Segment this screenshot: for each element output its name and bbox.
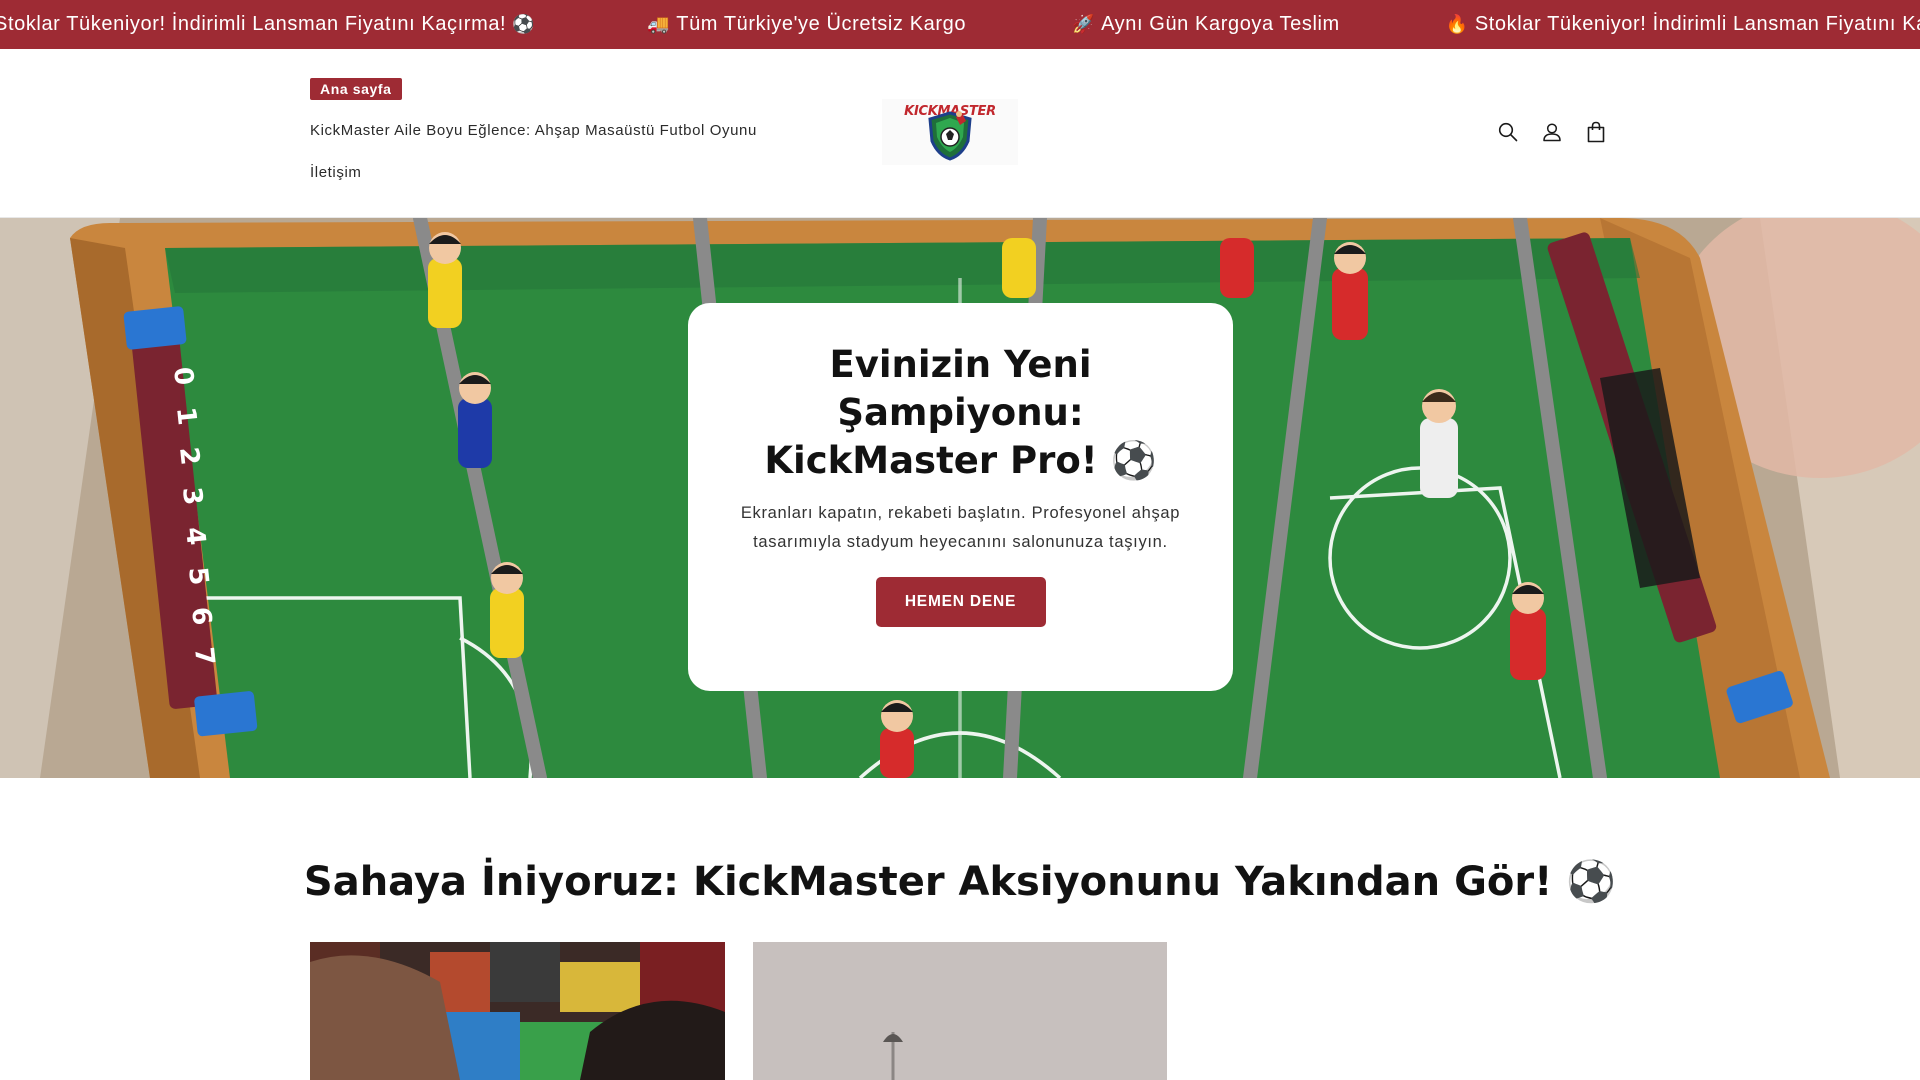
svg-text:3: 3 <box>176 486 208 507</box>
announcement-item: 🚀 Aynı Gün Kargoya Teslim <box>1066 13 1340 36</box>
announcement-text: Stoklar Tükeniyor! İndirimli Lansman Fiy… <box>0 13 507 35</box>
shield-logo-icon <box>928 111 972 161</box>
nav-item-home[interactable]: Ana sayfa <box>310 78 402 100</box>
video-thumbnail[interactable] <box>753 942 1167 1080</box>
announcement-item: 🚚 Tüm Türkiye'ye Ücretsiz Kargo <box>641 13 966 36</box>
nav-item-contact[interactable]: İletişim <box>310 164 361 181</box>
video-thumbnail[interactable] <box>310 942 725 1080</box>
announcement-text: Tüm Türkiye'ye Ücretsiz Kargo <box>676 13 967 35</box>
svg-text:5: 5 <box>182 566 214 587</box>
truck-icon: 🚚 <box>647 14 671 35</box>
video-preview-image <box>753 942 1167 1080</box>
announcement-item: Stoklar Tükeniyor! İndirimli Lansman Fiy… <box>0 13 541 36</box>
svg-text:2: 2 <box>173 446 205 467</box>
site-header: Ana sayfa KickMaster Aile Boyu Eğlence: … <box>0 49 1920 218</box>
announcement-text: Stoklar Tükeniyor! İndirimli Lansman Fiy… <box>1474 13 1920 35</box>
main-nav: Ana sayfa KickMaster Aile Boyu Eğlence: … <box>310 78 756 181</box>
announcement-track: Stoklar Tükeniyor! İndirimli Lansman Fiy… <box>0 0 1920 49</box>
account-icon[interactable] <box>1542 119 1562 145</box>
soccer-ball-icon: ⚽ <box>512 14 536 35</box>
svg-text:6: 6 <box>185 606 217 627</box>
svg-text:0: 0 <box>167 366 199 387</box>
hero-banner: 0 1 2 3 4 5 6 7 Evinizin Yeni Şampiyonu:… <box>0 218 1920 778</box>
search-icon[interactable] <box>1498 119 1518 145</box>
svg-text:4: 4 <box>179 526 211 547</box>
rocket-icon: 🚀 <box>1072 14 1096 35</box>
svg-text:7: 7 <box>188 646 220 667</box>
announcement-bar: Stoklar Tükeniyor! İndirimli Lansman Fiy… <box>0 0 1920 49</box>
fire-icon: 🔥 <box>1445 14 1469 35</box>
announcement-item: 🔥 Stoklar Tükeniyor! İndirimli Lansman F… <box>1440 13 1920 36</box>
header-icons <box>1498 119 1606 145</box>
announcement-text: Aynı Gün Kargoya Teslim <box>1101 13 1340 35</box>
hero-title: Evinizin Yeni Şampiyonu: KickMaster Pro!… <box>764 343 1157 482</box>
svg-text:1: 1 <box>170 406 202 427</box>
hero-card: Evinizin Yeni Şampiyonu: KickMaster Pro!… <box>688 303 1233 691</box>
site-logo[interactable]: KICKMASTER <box>882 99 1018 165</box>
hero-text: Ekranları kapatın, rekabeti başlatın. Pr… <box>740 504 1181 551</box>
hero-cta-button[interactable]: HEMEN DENE <box>875 577 1046 627</box>
video-preview-image <box>310 942 725 1080</box>
section-title: Sahaya İniyoruz: KickMaster Aksiyonunu Y… <box>303 859 1617 905</box>
cart-icon[interactable] <box>1586 119 1606 145</box>
nav-item-product[interactable]: KickMaster Aile Boyu Eğlence: Ahşap Masa… <box>310 122 757 139</box>
